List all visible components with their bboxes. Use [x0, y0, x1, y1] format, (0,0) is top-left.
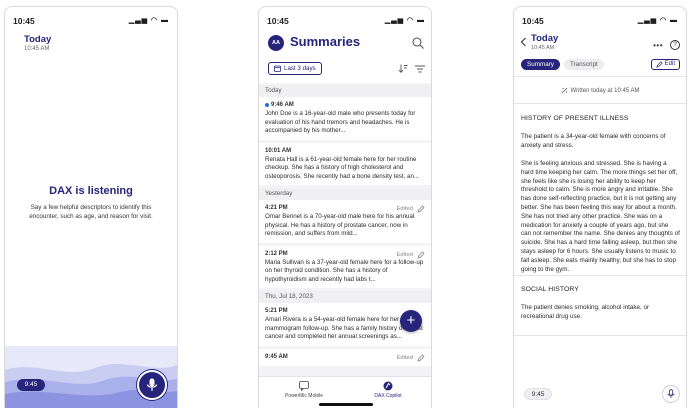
back-chevron-icon[interactable] — [520, 37, 527, 47]
record-button[interactable] — [662, 385, 680, 403]
recording-timer: 9:45 — [17, 379, 45, 391]
listening-hint: Say a few helpful descriptors to identif… — [29, 204, 153, 220]
divider — [514, 76, 686, 77]
summaries-screen: 10:45 ▁▃▅ ◠ ▬ AA Summaries Last 3 days T… — [258, 6, 432, 408]
list-item[interactable]: 2:12 PM Edited Maria Sullivan is a 37-ye… — [259, 245, 431, 288]
status-time: 10:45 — [13, 16, 35, 26]
sort-icon[interactable] — [398, 64, 408, 73]
bottom-nav: PowerMic Mobile DAX Copilot — [259, 376, 431, 408]
edited-badge: Edited — [397, 205, 425, 213]
more-options-icon[interactable]: ••• — [653, 41, 663, 50]
avatar[interactable]: AA — [268, 35, 284, 51]
encounter-title: Today — [531, 33, 559, 44]
item-preview: Maria Sullivan is a 37-year-old female h… — [265, 258, 424, 283]
filter-icon[interactable] — [415, 65, 425, 73]
list-item[interactable]: 9:46 AM John Doe is a 16-year-old male w… — [259, 97, 431, 140]
playback-footer: 9:45 — [514, 378, 686, 408]
edited-label: Edited — [396, 354, 413, 361]
encounter-title: Today — [24, 34, 52, 45]
item-time-row: 9:46 AM — [265, 102, 427, 108]
listening-title: DAX is listening — [49, 185, 133, 197]
search-icon[interactable] — [412, 37, 424, 49]
status-time: 10:45 — [267, 16, 289, 26]
pencil-icon — [417, 205, 425, 213]
written-note: Written today at 10:45 AM — [514, 87, 686, 94]
unread-dot-icon — [265, 103, 269, 107]
edit-button[interactable]: Edit — [650, 59, 680, 70]
plus-icon: + — [406, 312, 416, 329]
help-icon[interactable]: ? — [670, 40, 680, 50]
summary-detail-screen: 10:45 ▁▃▅ ◠ ▬ Today 10:45 AM ••• ? Summa… — [513, 6, 687, 408]
new-recording-button[interactable]: + — [400, 310, 422, 332]
status-time: 10:45 — [522, 16, 544, 26]
item-preview: John Doe is a 16-year-old male who prese… — [265, 110, 416, 134]
edited-label: Edited — [396, 251, 413, 258]
section-heading: HISTORY OF PRESENT ILLNESS — [521, 115, 629, 122]
divider — [514, 335, 686, 336]
item-preview: Omar Bennet is a 70-year-old male here f… — [265, 213, 415, 237]
signal-wifi-battery-icon: ▁▃▅ ◠ ▬ — [637, 17, 678, 24]
date-filter-label: Last 3 days — [284, 65, 316, 72]
item-preview: Renata Hall is a 61-year-old female here… — [265, 155, 420, 180]
summaries-header: 10:45 ▁▃▅ ◠ ▬ AA Summaries Last 3 days — [259, 7, 431, 83]
tab-summary[interactable]: Summary — [521, 59, 560, 70]
edited-label: Edited — [396, 206, 413, 212]
item-time: 9:46 AM — [271, 102, 294, 108]
list-item[interactable]: 4:21 PM Edited Omar Bennet is a 70-year-… — [259, 200, 431, 243]
divider — [514, 103, 686, 104]
dax-logo-icon — [383, 381, 393, 391]
section-paragraph: The patient is a 34-year-old female with… — [521, 133, 666, 149]
signal-wifi-battery-icon: ▁▃▅ ◠ ▬ — [128, 17, 169, 24]
date-filter-button[interactable]: Last 3 days — [268, 62, 322, 75]
recorder-screen: 10:45 ▁▃▅ ◠ ▬ Today 10:45 AM DAX is list… — [4, 6, 178, 408]
group-header: Today — [259, 85, 431, 97]
edited-badge: Edited — [397, 354, 425, 362]
signal-wifi-battery-icon: ▁▃▅ ◠ ▬ — [384, 17, 425, 24]
nav-dax-copilot[interactable]: DAX Copilot — [353, 381, 423, 399]
chat-bubble-icon — [299, 381, 309, 391]
list-item[interactable]: 9:45 AM Edited — [259, 348, 431, 366]
edited-badge: Edited — [397, 251, 425, 259]
pencil-icon — [656, 61, 663, 68]
tab-transcript[interactable]: Transcript — [563, 59, 604, 70]
section-heading: SOCIAL HISTORY — [521, 286, 579, 293]
pencil-icon — [417, 251, 425, 258]
sparkle-icon — [561, 87, 567, 94]
nav-label: DAX Copilot — [374, 393, 402, 399]
section-paragraph: The patient denies smoking, alcohol inta… — [521, 304, 650, 320]
view-tabs: Summary Transcript — [521, 59, 604, 70]
item-time: 10:01 AM — [265, 147, 292, 154]
nav-powermic-mobile[interactable]: PowerMic Mobile — [269, 381, 339, 399]
microphone-icon — [146, 378, 158, 391]
calendar-icon — [274, 65, 281, 72]
divider — [514, 275, 686, 276]
microphone-icon — [667, 389, 675, 398]
encounter-time: 10:45 AM — [531, 45, 555, 51]
page-title: Summaries — [290, 34, 361, 49]
encounter-time: 10:45 AM — [24, 46, 50, 52]
status-bar: 10:45 ▁▃▅ ◠ ▬ — [13, 16, 169, 26]
status-bar: 10:45 ▁▃▅ ◠ ▬ — [522, 16, 678, 26]
playback-timer: 9:45 — [524, 388, 552, 400]
list-item[interactable]: 10:01 AM Renata Hall is a 61-year-old fe… — [259, 142, 431, 185]
nav-label: PowerMic Mobile — [284, 393, 324, 399]
home-indicator — [319, 403, 373, 406]
record-button[interactable] — [137, 370, 167, 400]
group-header: Thu, Jul 18, 2023 — [259, 291, 431, 303]
pencil-icon — [417, 354, 425, 361]
edit-label: Edit — [664, 61, 675, 67]
section-paragraph: She is feeling anxious and stressed. She… — [521, 160, 680, 273]
written-note-text: Written today at 10:45 AM — [570, 87, 640, 94]
group-header: Yesterday — [259, 188, 431, 200]
status-bar: 10:45 ▁▃▅ ◠ ▬ — [267, 16, 425, 26]
